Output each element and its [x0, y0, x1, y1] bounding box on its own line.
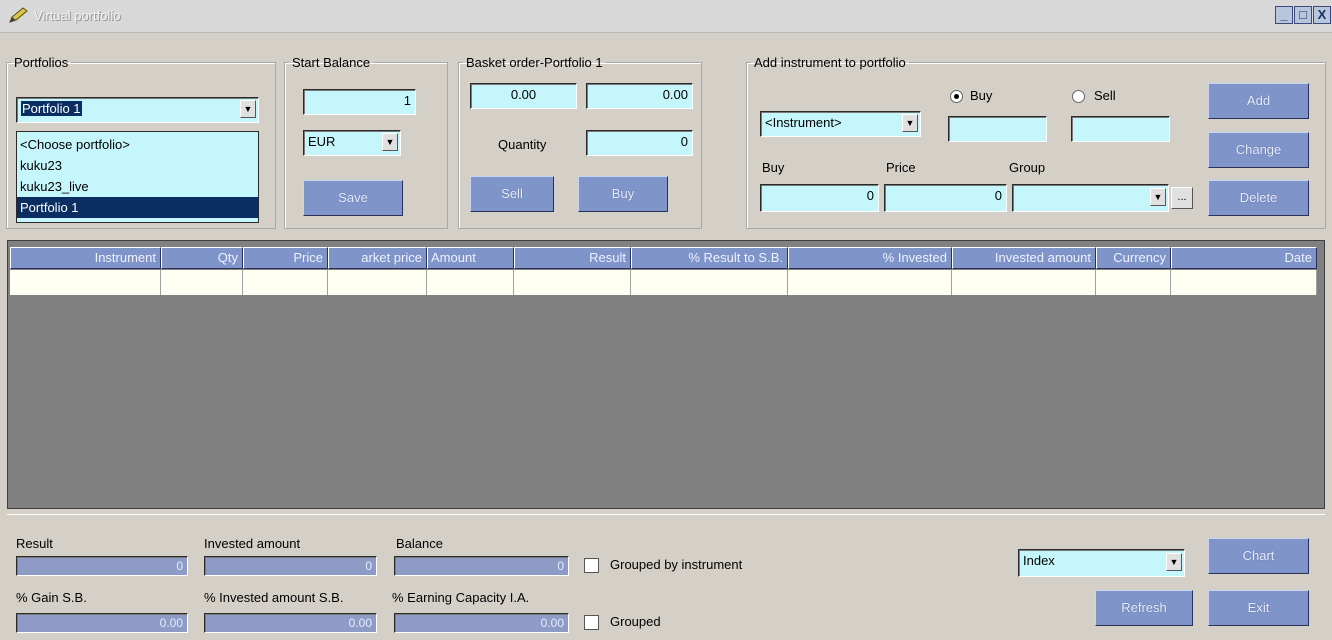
list-item[interactable]: kuku23_live — [17, 176, 258, 197]
change-button[interactable]: Change — [1208, 132, 1309, 168]
group-browse-button[interactable]: ... — [1171, 187, 1193, 209]
table-cell[interactable] — [328, 270, 427, 295]
column-header-instrument[interactable]: Instrument — [10, 247, 161, 269]
chevron-down-icon[interactable]: ▼ — [902, 114, 918, 132]
index-value: Index — [1023, 553, 1055, 568]
portfolios-legend: Portfolios — [14, 55, 69, 70]
index-select[interactable]: Index ▼ — [1018, 549, 1185, 577]
minimize-button[interactable]: _ — [1275, 6, 1293, 24]
column-header-qty[interactable]: Qty — [161, 247, 243, 269]
grouped-by-instrument-label: Grouped by instrument — [610, 557, 743, 572]
table-cell[interactable] — [10, 270, 161, 295]
group-select[interactable]: ▼ — [1012, 184, 1169, 212]
chevron-down-icon[interactable]: ▼ — [1166, 553, 1182, 571]
basket-order-legend: Basket order-Portfolio 1 — [466, 55, 603, 70]
column-header-result-sb[interactable]: % Result to S.B. — [631, 247, 788, 269]
add-instrument-legend: Add instrument to portfolio — [754, 55, 906, 70]
sell-radio-label: Sell — [1094, 88, 1116, 103]
window-title: Virtual portfolio — [34, 8, 121, 23]
refresh-button[interactable]: Refresh — [1095, 590, 1193, 626]
column-header-invested-pct[interactable]: % Invested — [788, 247, 952, 269]
currency-value: EUR — [308, 134, 336, 149]
column-header-result[interactable]: Result — [514, 247, 631, 269]
basket-value-2[interactable]: 0.00 — [586, 83, 693, 109]
table-cell[interactable] — [514, 270, 631, 295]
exit-button[interactable]: Exit — [1208, 590, 1309, 626]
portfolio-select[interactable]: Portfolio 1 ▼ — [16, 97, 259, 123]
table-cell[interactable] — [1171, 270, 1317, 295]
add-button[interactable]: Add — [1208, 83, 1309, 119]
column-header-amount[interactable]: Amount — [427, 247, 514, 269]
buy-field[interactable] — [948, 116, 1047, 142]
list-item[interactable]: kuku23 — [17, 155, 258, 176]
list-item[interactable]: <Choose portfolio> — [17, 134, 258, 155]
close-button[interactable]: X — [1313, 6, 1331, 24]
basket-value-1[interactable]: 0.00 — [470, 83, 577, 109]
table-cell[interactable] — [243, 270, 328, 295]
result-label: Result — [16, 536, 53, 551]
gain-sb-label: % Gain S.B. — [16, 590, 87, 605]
grouped-by-instrument-checkbox[interactable] — [584, 558, 599, 573]
maximize-button[interactable]: □ — [1294, 6, 1312, 24]
table-cell[interactable] — [631, 270, 788, 295]
price-input[interactable]: 0 — [884, 184, 1007, 212]
buy-amount-input[interactable]: 0 — [760, 184, 879, 212]
portfolio-selected-value: Portfolio 1 — [21, 101, 82, 116]
buy-radio[interactable] — [950, 90, 963, 103]
column-header-invested-amount[interactable]: Invested amount — [952, 247, 1096, 269]
chevron-down-icon[interactable]: ▼ — [382, 133, 398, 151]
buy-radio-label: Buy — [970, 88, 993, 103]
pen-icon — [9, 7, 28, 23]
buy-label: Buy — [762, 160, 785, 175]
gain-sb-value: 0.00 — [16, 613, 188, 633]
save-button[interactable]: Save — [303, 180, 403, 216]
chart-button[interactable]: Chart — [1208, 538, 1309, 574]
sell-radio[interactable] — [1072, 90, 1085, 103]
quantity-input[interactable]: 0 — [586, 130, 693, 156]
title-bar: Virtual portfolio _ □ X — [0, 0, 1332, 33]
start-balance-input[interactable]: 1 — [303, 89, 416, 115]
instrument-select[interactable]: <Instrument> ▼ — [760, 111, 921, 137]
table-cell[interactable] — [161, 270, 243, 295]
table-cell[interactable] — [952, 270, 1096, 295]
portfolio-table[interactable]: Instrument Qty Price arket price Amount … — [7, 240, 1325, 509]
list-item-selected[interactable]: Portfolio 1 — [17, 197, 258, 218]
column-header-market-price[interactable]: arket price — [328, 247, 427, 269]
portfolio-list[interactable]: <Choose portfolio> kuku23 kuku23_live Po… — [16, 131, 259, 223]
invested-sb-label: % Invested amount S.B. — [204, 590, 344, 605]
price-label: Price — [886, 160, 916, 175]
grouped-label: Grouped — [610, 614, 661, 629]
start-balance-legend: Start Balance — [292, 55, 371, 70]
earning-capacity-value: 0.00 — [394, 613, 569, 633]
earning-capacity-label: % Earning Capacity I.A. — [392, 590, 530, 605]
column-header-currency[interactable]: Currency — [1096, 247, 1171, 269]
group-label: Group — [1009, 160, 1046, 175]
table-cell[interactable] — [1096, 270, 1171, 295]
balance-value: 0 — [394, 556, 569, 576]
grouped-checkbox[interactable] — [584, 615, 599, 630]
column-header-date[interactable]: Date — [1171, 247, 1317, 269]
chevron-down-icon[interactable]: ▼ — [1150, 188, 1166, 206]
balance-label: Balance — [396, 536, 443, 551]
buy-button[interactable]: Buy — [578, 176, 668, 212]
column-header-price[interactable]: Price — [243, 247, 328, 269]
invested-amount-value: 0 — [204, 556, 377, 576]
invested-amount-label: Invested amount — [204, 536, 301, 551]
invested-sb-value: 0.00 — [204, 613, 377, 633]
table-cell[interactable] — [427, 270, 514, 295]
sell-field[interactable] — [1071, 116, 1170, 142]
sell-button[interactable]: Sell — [470, 176, 554, 212]
result-value: 0 — [16, 556, 188, 576]
currency-select[interactable]: EUR ▼ — [303, 130, 401, 156]
quantity-label: Quantity — [498, 137, 547, 152]
delete-button[interactable]: Delete — [1208, 180, 1309, 216]
table-cell[interactable] — [788, 270, 952, 295]
chevron-down-icon[interactable]: ▼ — [240, 100, 256, 118]
instrument-value: <Instrument> — [765, 115, 842, 130]
